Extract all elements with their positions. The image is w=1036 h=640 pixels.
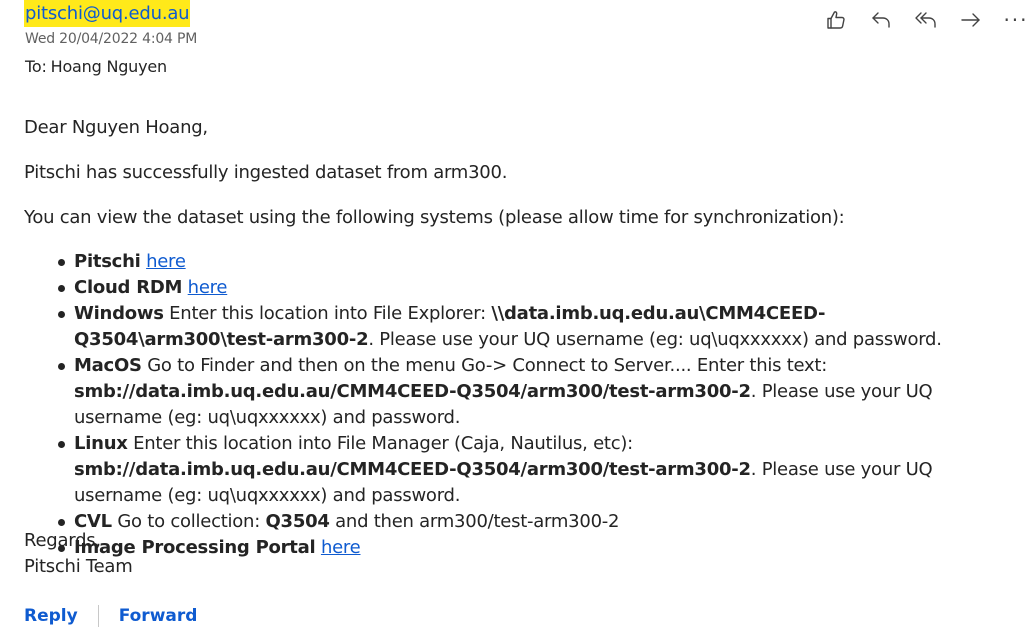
system-name: MacOS bbox=[74, 355, 142, 376]
reply-footer: Reply Forward bbox=[24, 603, 197, 629]
reply-button[interactable] bbox=[867, 6, 895, 34]
like-button[interactable] bbox=[822, 6, 850, 34]
systems-list: Pitschi here Cloud RDM here Windows Ente… bbox=[24, 249, 1019, 561]
more-icon[interactable]: ··· bbox=[1002, 6, 1030, 34]
forward-icon bbox=[961, 13, 980, 27]
to-label: To: bbox=[25, 57, 47, 76]
greeting: Dear Nguyen Hoang, bbox=[24, 117, 208, 138]
reply-all-icon bbox=[915, 12, 936, 28]
ingest-notice: Pitschi has successfully ingested datase… bbox=[24, 162, 508, 183]
view-intro: You can view the dataset using the follo… bbox=[24, 207, 845, 228]
instruction-text: Enter this location into File Explorer: bbox=[169, 303, 486, 324]
forward-link-button[interactable]: Forward bbox=[119, 606, 198, 626]
list-item: MacOS Go to Finder and then on the menu … bbox=[58, 353, 1019, 431]
cloud-rdm-link[interactable]: here bbox=[188, 277, 228, 298]
system-name: Cloud RDM bbox=[74, 277, 183, 298]
collection-id: Q3504 bbox=[265, 511, 330, 532]
linux-path: smb://data.imb.uq.edu.au/CMM4CEED-Q3504/… bbox=[74, 459, 751, 480]
instruction-text: Go to Finder and then on the menu Go-> C… bbox=[147, 355, 828, 376]
forward-button[interactable] bbox=[957, 6, 985, 34]
pitschi-link[interactable]: here bbox=[146, 251, 186, 272]
list-item: Pitschi here bbox=[58, 249, 1019, 275]
system-name: Pitschi bbox=[74, 251, 141, 272]
sent-date: Wed 20/04/2022 4:04 PM bbox=[25, 31, 198, 47]
message-actions: ··· bbox=[805, 6, 1030, 34]
reply-link-button[interactable]: Reply bbox=[24, 606, 78, 626]
list-item: Image Processing Portal here bbox=[58, 535, 1019, 561]
reply-icon bbox=[872, 12, 890, 28]
instruction-tail: and then arm300/test-arm300-2 bbox=[335, 511, 620, 532]
image-portal-link[interactable]: here bbox=[321, 537, 361, 558]
instruction-text: Go to collection: bbox=[117, 511, 261, 532]
recipient-line: To: Hoang Nguyen bbox=[25, 57, 171, 76]
like-icon bbox=[827, 11, 845, 29]
macos-path: smb://data.imb.uq.edu.au/CMM4CEED-Q3504/… bbox=[74, 381, 751, 402]
instruction-text: Enter this location into File Manager (C… bbox=[133, 433, 633, 454]
list-item: CVL Go to collection: Q3504 and then arm… bbox=[58, 509, 1019, 535]
recipient-name[interactable]: Hoang Nguyen bbox=[51, 57, 168, 76]
signature: Pitschi Team bbox=[24, 556, 133, 577]
sender-email[interactable]: pitschi@uq.edu.au bbox=[24, 0, 191, 27]
regards: Regards, bbox=[24, 530, 101, 551]
reply-all-button[interactable] bbox=[912, 6, 940, 34]
list-item: Cloud RDM here bbox=[58, 275, 1019, 301]
list-item: Windows Enter this location into File Ex… bbox=[58, 301, 1019, 353]
list-item: Linux Enter this location into File Mana… bbox=[58, 431, 1019, 509]
system-name: Linux bbox=[74, 433, 128, 454]
divider bbox=[97, 605, 99, 627]
signature-block: Regards, Pitschi Team bbox=[24, 528, 133, 580]
system-name: Windows bbox=[74, 303, 164, 324]
instruction-tail: . Please use your UQ username (eg: uq\uq… bbox=[368, 329, 942, 350]
